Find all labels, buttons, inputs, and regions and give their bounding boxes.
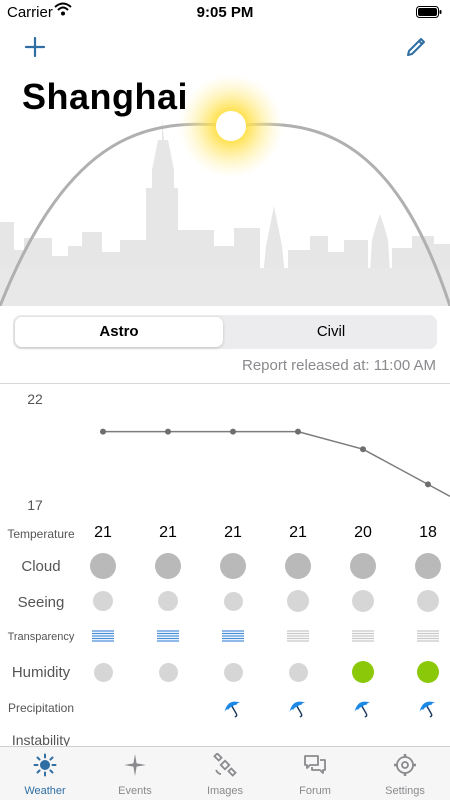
segment-civil[interactable]: Civil: [227, 317, 435, 347]
sun-icon: [33, 753, 57, 777]
edit-pencil-icon[interactable]: [404, 35, 428, 59]
hero-illustration: [0, 74, 450, 306]
temperature-value: 21: [289, 524, 307, 541]
row-label-temperature: Temperature: [7, 527, 75, 541]
tab-label: Images: [206, 785, 244, 797]
cloud-indicator: [285, 553, 311, 579]
humidity-indicator: [158, 662, 178, 682]
umbrella-icon: [354, 701, 371, 718]
tab-events[interactable]: Events: [90, 747, 180, 800]
temperature-point: [295, 428, 301, 435]
temperature-value: 21: [94, 524, 112, 541]
transparency-lines-icon: [287, 630, 309, 642]
tab-images[interactable]: Images: [180, 747, 270, 800]
tab-weather[interactable]: Weather: [0, 747, 90, 800]
y-tick-label: 17: [27, 497, 43, 513]
report-time: 11:00 AM: [373, 357, 436, 374]
report-label: Report released at:: [241, 357, 370, 374]
seeing-indicator: [158, 591, 178, 611]
transparency-lines-icon: [157, 630, 179, 642]
tab-label: Forum: [299, 785, 331, 797]
temperature-point: [100, 428, 106, 435]
seeing-indicator: [223, 591, 243, 611]
forecast-type-segmented-control: Astro Civil: [13, 315, 437, 349]
umbrella-icon: [224, 701, 241, 718]
seeing-indicator: [93, 591, 113, 611]
status-time: 9:05 PM: [196, 4, 254, 21]
temperature-point: [425, 481, 431, 488]
cloud-indicator: [350, 553, 376, 579]
humidity-indicator: [288, 662, 308, 682]
city-title: Shanghai: [22, 76, 189, 117]
row-label-transparency: Transparency: [7, 631, 75, 643]
temperature-line: [103, 430, 450, 497]
temperature-chart: 22 17: [27, 391, 450, 513]
transparency-lines-icon: [222, 630, 244, 642]
temperature-value: 18: [419, 524, 437, 541]
humidity-indicator: [93, 662, 113, 682]
add-location-button[interactable]: [23, 35, 47, 59]
tab-settings[interactable]: Settings: [360, 747, 450, 800]
umbrella-icon: [289, 701, 306, 718]
transparency-lines-icon: [352, 630, 374, 642]
cloud-indicator: [90, 553, 116, 579]
y-tick-label: 22: [27, 391, 43, 407]
report-released: Report released at: 11:00 AM: [242, 357, 436, 374]
battery-icon: [416, 6, 442, 18]
humidity-indicator: [417, 661, 439, 683]
segment-astro[interactable]: Astro: [15, 317, 223, 347]
tab-forum[interactable]: Forum: [270, 747, 360, 800]
temperature-point: [230, 428, 236, 435]
temperature-value: 21: [224, 524, 242, 541]
satellite-icon: [213, 753, 237, 777]
umbrella-icon: [419, 701, 436, 718]
tab-label: Events: [118, 785, 152, 797]
tab-label: Weather: [24, 785, 66, 797]
transparency-lines-icon: [417, 630, 439, 642]
temperature-value: 21: [159, 524, 177, 541]
cloud-indicator: [155, 553, 181, 579]
sparkle-icon: [124, 754, 146, 776]
seeing-indicator: [287, 590, 309, 612]
gear-icon: [394, 754, 416, 776]
transparency-lines-icon: [92, 630, 114, 642]
cloud-indicator: [415, 553, 441, 579]
cloud-indicator: [220, 553, 246, 579]
seeing-indicator: [417, 590, 439, 612]
humidity-indicator: [352, 661, 374, 683]
tab-bar: Weather Events Images Forum Settings: [0, 746, 450, 800]
row-label-precipitation: Precipitation: [7, 701, 75, 715]
row-label-humidity: Humidity: [11, 664, 71, 681]
row-label-seeing: Seeing: [17, 594, 65, 611]
humidity-indicator: [223, 662, 243, 682]
temperature-point: [360, 446, 366, 453]
status-bar: Carrier 9:05 PM: [0, 0, 450, 24]
chat-bubbles-icon: [304, 755, 326, 774]
tab-label: Settings: [385, 785, 425, 797]
temperature-value: 20: [354, 524, 372, 541]
row-label-cloud: Cloud: [21, 558, 61, 575]
seeing-indicator: [352, 590, 374, 612]
temperature-point: [165, 428, 171, 435]
sun-icon: [216, 111, 246, 141]
